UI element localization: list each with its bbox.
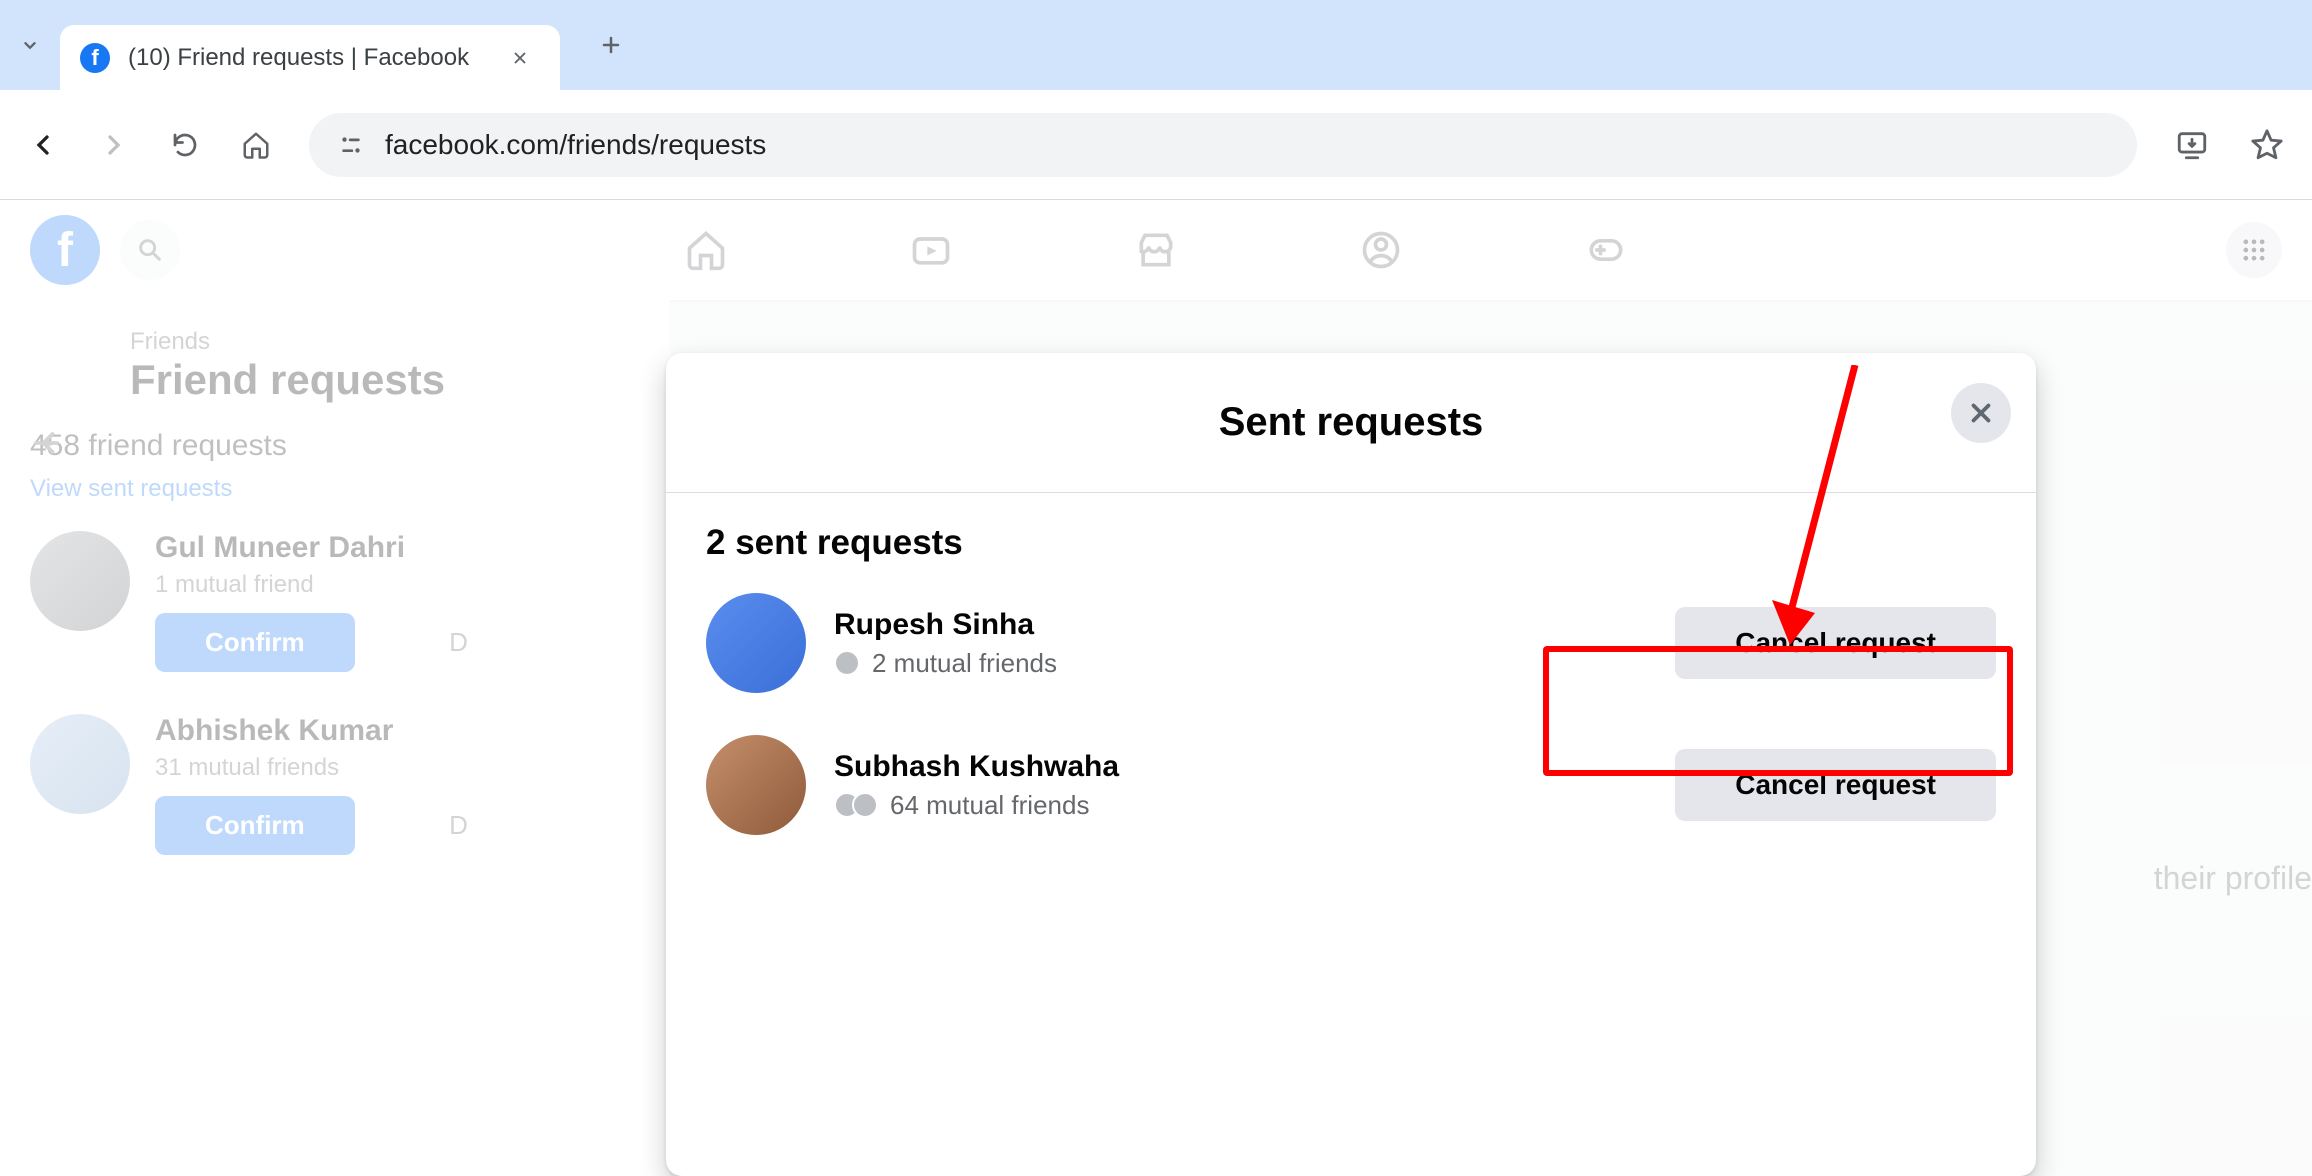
mutual-friends-text: 31 mutual friends xyxy=(155,754,640,782)
page-title: Friend requests xyxy=(130,356,640,404)
sent-request-item: Subhash Kushwaha 64 mutual friends Cance… xyxy=(706,735,1996,835)
sent-request-item: Rupesh Sinha 2 mutual friends Cancel req… xyxy=(706,593,1996,693)
close-modal-button[interactable] xyxy=(1951,383,2011,443)
home-button[interactable] xyxy=(238,127,274,163)
delete-button-hint[interactable]: D xyxy=(449,810,468,840)
nav-marketplace-icon[interactable] xyxy=(1126,220,1186,280)
sent-requests-modal: Sent requests 2 sent requests Rupesh Sin… xyxy=(666,353,2036,1176)
mutual-friends-text: 1 mutual friend xyxy=(155,571,640,599)
back-button[interactable] xyxy=(25,127,61,163)
facebook-header: f xyxy=(0,200,2312,300)
avatar xyxy=(30,714,130,814)
modal-header: Sent requests xyxy=(666,353,2036,493)
tab-dropdown-icon[interactable] xyxy=(10,25,50,65)
facebook-search-button[interactable] xyxy=(120,220,180,280)
nav-home-icon[interactable] xyxy=(676,220,736,280)
address-bar-row: facebook.com/friends/requests xyxy=(0,90,2312,200)
avatar xyxy=(30,531,130,631)
url-text: facebook.com/friends/requests xyxy=(385,129,766,161)
avatar[interactable] xyxy=(706,593,806,693)
cancel-request-button[interactable]: Cancel request xyxy=(1675,749,1996,821)
site-settings-icon[interactable] xyxy=(337,131,365,159)
bookmark-star-icon[interactable] xyxy=(2247,125,2287,165)
profile-hint-text: their profile xyxy=(2154,860,2312,897)
close-tab-icon[interactable] xyxy=(507,45,533,71)
modal-body: 2 sent requests Rupesh Sinha 2 mutual fr… xyxy=(666,493,2036,907)
friend-request-item[interactable]: Abhishek Kumar 31 mutual friends Confirm… xyxy=(30,714,640,855)
view-sent-requests-link[interactable]: View sent requests xyxy=(30,475,232,503)
mutual-avatars-icon xyxy=(834,650,860,676)
cancel-request-button[interactable]: Cancel request xyxy=(1675,607,1996,679)
new-tab-button[interactable] xyxy=(590,24,632,66)
install-app-icon[interactable] xyxy=(2172,125,2212,165)
tab-strip: f (10) Friend requests | Facebook xyxy=(0,0,2312,90)
forward-button[interactable] xyxy=(96,127,132,163)
friend-name: Abhishek Kumar xyxy=(155,714,640,748)
nav-video-icon[interactable] xyxy=(901,220,961,280)
mutual-avatars-icon xyxy=(834,792,878,818)
nav-gaming-icon[interactable] xyxy=(1576,220,1636,280)
mutual-friends-text: 64 mutual friends xyxy=(890,790,1089,821)
friend-request-item[interactable]: Gul Muneer Dahri 1 mutual friend Confirm… xyxy=(30,531,640,672)
browser-tab[interactable]: f (10) Friend requests | Facebook xyxy=(60,25,560,90)
modal-subtitle: 2 sent requests xyxy=(706,523,1996,563)
request-count: 458 friend requests xyxy=(30,429,640,463)
browser-chrome: f (10) Friend requests | Facebook facebo… xyxy=(0,0,2312,200)
nav-groups-icon[interactable] xyxy=(1351,220,1411,280)
sent-request-name[interactable]: Subhash Kushwaha xyxy=(834,750,1647,784)
delete-button-hint[interactable]: D xyxy=(449,627,468,657)
address-bar[interactable]: facebook.com/friends/requests xyxy=(309,113,2137,177)
confirm-button[interactable]: Confirm xyxy=(155,613,355,672)
menu-grid-icon[interactable] xyxy=(2226,222,2282,278)
facebook-logo-icon[interactable]: f xyxy=(30,215,100,285)
sidebar: Friends Friend requests 458 friend reque… xyxy=(0,300,670,1176)
facebook-nav xyxy=(676,220,1636,280)
breadcrumb[interactable]: Friends xyxy=(130,328,640,356)
back-arrow-icon[interactable] xyxy=(30,425,66,461)
facebook-favicon-icon: f xyxy=(80,43,110,73)
mutual-friends-text: 2 mutual friends xyxy=(872,648,1057,679)
friend-name: Gul Muneer Dahri xyxy=(155,531,640,565)
confirm-button[interactable]: Confirm xyxy=(155,796,355,855)
modal-title: Sent requests xyxy=(1219,400,1484,445)
avatar[interactable] xyxy=(706,735,806,835)
tab-title: (10) Friend requests | Facebook xyxy=(128,44,469,72)
reload-button[interactable] xyxy=(167,127,203,163)
sent-request-name[interactable]: Rupesh Sinha xyxy=(834,608,1647,642)
